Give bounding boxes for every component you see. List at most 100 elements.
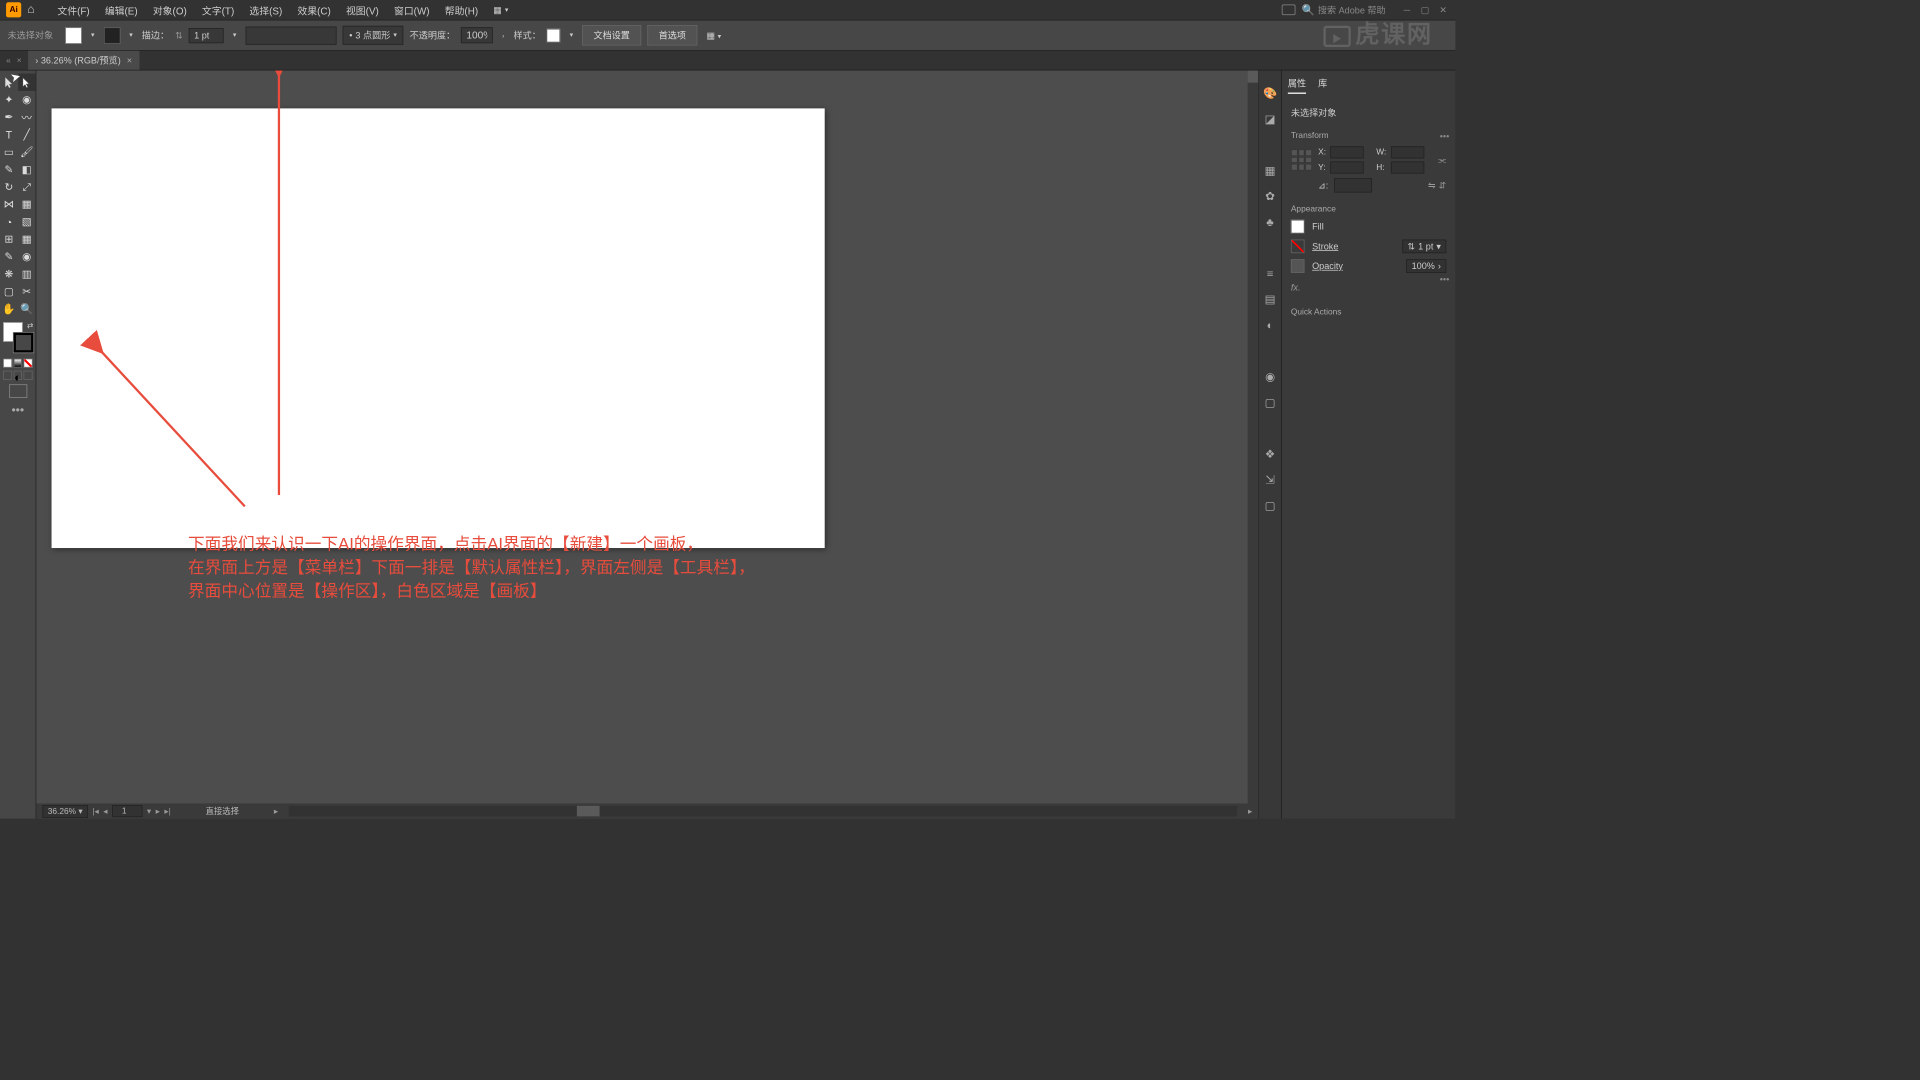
flip-h-icon[interactable]: ⇋ — [1428, 180, 1436, 191]
w-input[interactable] — [1391, 146, 1424, 158]
zoom-level[interactable]: 36.26% ▾ — [42, 805, 87, 818]
draw-normal-icon[interactable] — [3, 371, 12, 380]
stroke-color-icon[interactable] — [14, 333, 34, 353]
artboards-panel-icon[interactable]: ▢ — [1262, 498, 1277, 513]
gradient-panel-icon[interactable]: ▤ — [1262, 292, 1277, 307]
draw-behind-icon[interactable]: ◐ — [13, 371, 22, 380]
column-graph-tool[interactable]: ▥ — [18, 265, 36, 282]
direct-selection-tool[interactable] — [18, 74, 36, 91]
stroke-weight-input[interactable] — [189, 28, 224, 43]
stroke-dropdown-icon[interactable]: ▾ — [126, 31, 135, 39]
asset-export-icon[interactable]: ⇲ — [1262, 472, 1277, 487]
swatches-panel-icon[interactable]: ▦ — [1262, 163, 1277, 178]
stroke-swatch-panel[interactable] — [1291, 240, 1305, 254]
libraries-tab[interactable]: 库 — [1318, 77, 1327, 94]
close-button[interactable]: ✕ — [1437, 4, 1449, 16]
vertical-scrollbar[interactable] — [1248, 70, 1259, 803]
fill-swatch[interactable] — [65, 27, 82, 44]
edit-toolbar-icon[interactable]: ••• — [0, 401, 36, 421]
fx-button[interactable]: fx. — [1291, 279, 1446, 296]
artboard-number[interactable]: 1 — [112, 805, 142, 817]
layers-panel-icon[interactable]: ❖ — [1262, 446, 1277, 461]
gradient-swatch[interactable] — [13, 359, 22, 368]
stroke-label-panel[interactable]: Stroke — [1312, 241, 1338, 252]
document-tab[interactable]: › 36.26% (RGB/预览) × — [28, 51, 140, 70]
scroll-right-icon[interactable]: ▸ — [1248, 806, 1252, 816]
align-icon[interactable]: ▦ ▾ — [706, 30, 721, 41]
eyedropper-tool[interactable]: ✎ — [0, 248, 18, 265]
menu-object[interactable]: 对象(O) — [145, 0, 194, 19]
stroke-panel-icon[interactable]: ≡ — [1262, 266, 1277, 281]
selection-tool[interactable] — [0, 74, 18, 91]
rotate-tool[interactable]: ↻ — [0, 178, 18, 195]
home-icon[interactable]: ⌂ — [27, 3, 34, 17]
opacity-input[interactable] — [461, 27, 493, 43]
eraser-tool[interactable]: ◧ — [18, 161, 36, 178]
h-input[interactable] — [1391, 161, 1424, 173]
shaper-tool[interactable]: ✎ — [0, 161, 18, 178]
shape-builder-tool[interactable]: ◔ — [0, 213, 18, 230]
menu-type[interactable]: 文字(T) — [194, 0, 241, 19]
line-segment-tool[interactable]: ╱ — [18, 126, 36, 143]
y-input[interactable] — [1331, 161, 1364, 173]
tab-arrow-icon[interactable]: « — [6, 56, 11, 65]
minimize-button[interactable]: ─ — [1401, 4, 1413, 16]
variable-width-profile[interactable] — [245, 26, 336, 44]
pen-tool[interactable]: ✒ — [0, 108, 18, 125]
mesh-tool[interactable]: ⊞ — [0, 230, 18, 247]
first-artboard-icon[interactable]: |◂ — [92, 806, 98, 816]
stroke-weight-panel[interactable]: ⇅ 1 pt ▾ — [1402, 240, 1446, 254]
menu-view[interactable]: 视图(V) — [338, 0, 386, 19]
tab-close-icon[interactable]: × — [127, 55, 132, 66]
link-wh-icon[interactable]: ⫘ — [1438, 154, 1446, 165]
transparency-panel-icon[interactable]: ◐ — [1262, 318, 1277, 333]
graphic-styles-icon[interactable]: ▢ — [1262, 395, 1277, 410]
fill-swatch-panel[interactable] — [1291, 220, 1305, 234]
appearance-panel-icon[interactable]: ◉ — [1262, 369, 1277, 384]
angle-input[interactable] — [1334, 178, 1372, 192]
tab-close-all-icon[interactable]: × — [17, 56, 22, 65]
menu-select[interactable]: 选择(S) — [242, 0, 290, 19]
menu-window[interactable]: 窗口(W) — [386, 0, 437, 19]
reference-point[interactable] — [1291, 149, 1312, 170]
rectangle-tool[interactable]: ▭ — [0, 143, 18, 160]
opacity-value-panel[interactable]: 100% › — [1406, 259, 1446, 273]
lasso-tool[interactable]: ◉ — [18, 91, 36, 108]
properties-tab[interactable]: 属性 — [1288, 77, 1306, 94]
stroke-swatch[interactable] — [104, 27, 121, 44]
opacity-swatch-panel[interactable] — [1291, 259, 1305, 273]
menu-edit[interactable]: 编辑(E) — [97, 0, 145, 19]
artboard-tool[interactable]: ▢ — [0, 283, 18, 300]
opacity-label-panel[interactable]: Opacity — [1312, 261, 1343, 272]
zoom-tool[interactable]: 🔍 — [18, 300, 36, 317]
slice-tool[interactable]: ✂ — [18, 283, 36, 300]
menu-effect[interactable]: 效果(C) — [290, 0, 339, 19]
draw-inside-icon[interactable] — [24, 371, 33, 380]
fill-dropdown-icon[interactable]: ▾ — [88, 31, 97, 39]
preferences-button[interactable]: 首选项 — [647, 25, 697, 45]
last-artboard-icon[interactable]: ▸| — [164, 806, 170, 816]
magic-wand-tool[interactable]: ✦ — [0, 91, 18, 108]
transform-more-icon[interactable]: ••• — [1440, 131, 1450, 142]
opacity-dd-icon[interactable]: › — [499, 31, 507, 39]
hand-tool[interactable]: ✋ — [0, 300, 18, 317]
swap-fill-stroke-icon[interactable]: ⇄ — [27, 322, 33, 330]
fill-stroke-control[interactable]: ⇄ — [3, 322, 33, 352]
play-icon[interactable]: ▸ — [274, 806, 278, 816]
screen-mode-button[interactable] — [9, 384, 27, 398]
color-guide-icon[interactable]: ◪ — [1262, 111, 1277, 126]
artboard[interactable] — [52, 108, 825, 548]
gradient-tool[interactable]: ▦ — [18, 230, 36, 247]
search-field[interactable]: 🔍搜索 Adobe 帮助 — [1302, 3, 1386, 16]
workspace-switcher[interactable]: ▦ ▾ — [493, 5, 508, 16]
x-input[interactable] — [1331, 146, 1364, 158]
prev-artboard-icon[interactable]: ◂ — [103, 806, 107, 816]
graphic-style-swatch[interactable] — [547, 28, 561, 42]
free-transform-tool[interactable]: ▦ — [18, 196, 36, 213]
horizontal-scrollbar[interactable] — [289, 806, 1238, 817]
type-tool[interactable]: T — [0, 126, 18, 143]
maximize-button[interactable]: ▢ — [1419, 4, 1431, 16]
flip-v-icon[interactable]: ⇵ — [1439, 180, 1447, 191]
perspective-grid-tool[interactable]: ▧ — [18, 213, 36, 230]
arrange-documents-icon[interactable] — [1282, 5, 1296, 16]
